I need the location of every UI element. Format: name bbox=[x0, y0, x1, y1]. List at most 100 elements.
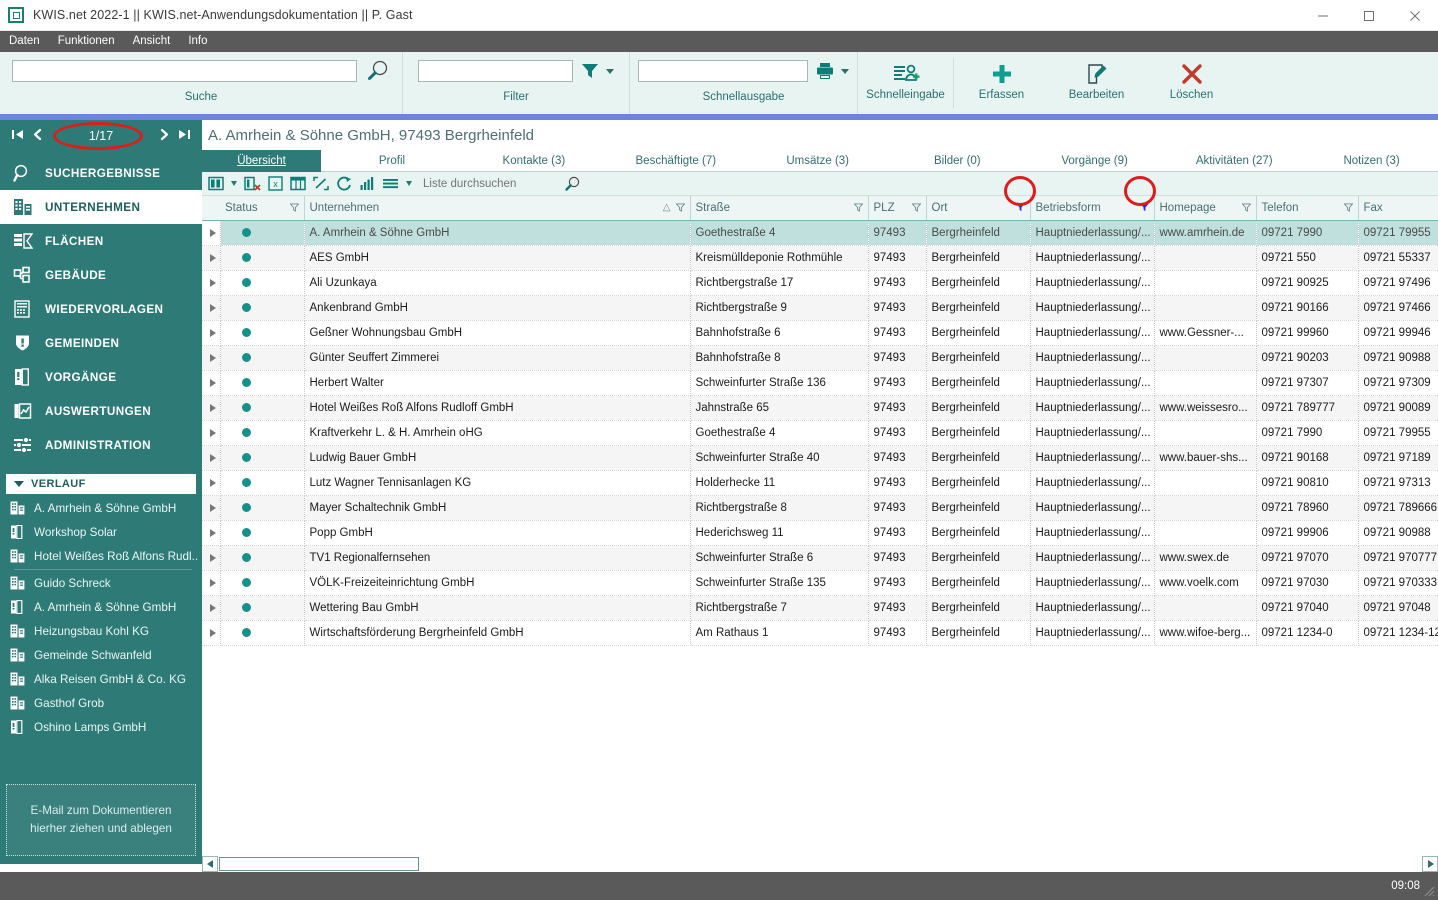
tab-profil[interactable]: Profil bbox=[321, 150, 463, 172]
table-row[interactable]: Ali Uzunkaya Richtbergstraße 17 97493 Bergr… bbox=[202, 270, 1438, 296]
row-expander[interactable] bbox=[202, 245, 221, 271]
filter-icon[interactable] bbox=[1241, 203, 1251, 213]
sidebar-item-unternehmen[interactable]: UNTERNEHMEN bbox=[0, 190, 202, 224]
history-section-header[interactable]: VERLAUF bbox=[6, 474, 196, 494]
bearbeiten-button[interactable]: Bearbeiten bbox=[1049, 52, 1144, 114]
column-header-unternehmen[interactable]: Unternehmen △ bbox=[304, 196, 691, 221]
history-item[interactable]: Oshino Lamps GmbH bbox=[0, 715, 202, 739]
print-dropdown-caret-icon[interactable] bbox=[841, 68, 849, 74]
history-item[interactable]: A. Amrhein & Söhne GmbH bbox=[0, 496, 202, 520]
row-expander[interactable] bbox=[202, 545, 221, 571]
columns-layout-icon[interactable] bbox=[208, 176, 224, 191]
remove-column-icon[interactable] bbox=[244, 176, 261, 191]
row-expander[interactable] bbox=[202, 595, 221, 621]
statistics-icon[interactable] bbox=[359, 176, 375, 191]
table-row[interactable]: Kraftverkehr L. & H. Amrhein oHG Goethest… bbox=[202, 420, 1438, 446]
filter-icon[interactable] bbox=[1343, 203, 1353, 213]
pager-prev-button[interactable] bbox=[28, 128, 48, 144]
excel-export-icon[interactable]: x bbox=[268, 176, 283, 191]
maximize-icon[interactable] bbox=[1346, 0, 1392, 31]
menu-list-icon[interactable] bbox=[382, 176, 399, 191]
expand-all-icon[interactable] bbox=[313, 176, 329, 191]
scroll-left-arrow-icon[interactable] bbox=[202, 856, 218, 872]
history-item[interactable]: Gemeinde Schwanfeld bbox=[0, 643, 202, 667]
loeschen-button[interactable]: Löschen bbox=[1144, 52, 1239, 114]
row-expander[interactable] bbox=[202, 395, 221, 421]
column-header-fax[interactable]: Fax bbox=[1358, 196, 1438, 221]
column-header-status[interactable]: Status bbox=[220, 196, 305, 221]
tab-vorgaenge[interactable]: Vorgänge (9) bbox=[1026, 150, 1163, 172]
row-expander[interactable] bbox=[202, 420, 221, 446]
filter-icon[interactable] bbox=[853, 203, 863, 213]
quick-output-input[interactable] bbox=[638, 60, 808, 82]
menu-item-info[interactable]: Info bbox=[179, 31, 216, 52]
table-row[interactable]: Mayer Schaltechnik GmbH Richtbergstraße 8… bbox=[202, 495, 1438, 521]
tab-bilder[interactable]: Bilder (0) bbox=[889, 150, 1026, 172]
sidebar-item-auswertungen[interactable]: AUSWERTUNGEN bbox=[0, 394, 202, 428]
column-header-ort[interactable]: Ort bbox=[926, 196, 1031, 221]
horizontal-scrollbar[interactable] bbox=[202, 856, 1438, 872]
scrollbar-track[interactable] bbox=[419, 856, 1422, 872]
table-row[interactable]: Hotel Weißes Roß Alfons Rudloff GmbH Jahn… bbox=[202, 395, 1438, 421]
close-icon[interactable] bbox=[1392, 0, 1438, 31]
history-item[interactable]: Guido Schreck bbox=[0, 571, 202, 595]
printer-icon[interactable] bbox=[815, 61, 835, 81]
filter-dropdown-caret-icon[interactable] bbox=[606, 68, 614, 74]
row-expander[interactable] bbox=[202, 620, 221, 646]
scroll-right-arrow-icon[interactable] bbox=[1422, 856, 1438, 872]
schnelleingabe-button[interactable]: Schnelleingabe bbox=[858, 52, 953, 114]
table-row[interactable]: Geßner Wohnungsbau GmbH Bahnhofstraße 6 97… bbox=[202, 320, 1438, 346]
tab-uebersicht[interactable]: Übersicht bbox=[202, 150, 322, 172]
table-row[interactable]: VÖLK-Freizeiteinrichtung GmbH Schweinfurt… bbox=[202, 570, 1438, 596]
table-row[interactable]: Lutz Wagner Tennisanlagen KG Holderhecke … bbox=[202, 470, 1438, 496]
table-row[interactable]: AES GmbH Kreismülldeponie Rothmühle 97493 B… bbox=[202, 245, 1438, 271]
table-row[interactable]: Günter Seuffert Zimmerei Bahnhofstraße 89… bbox=[202, 345, 1438, 371]
row-expander[interactable] bbox=[202, 320, 221, 346]
table-grid-icon[interactable] bbox=[290, 176, 306, 191]
table-row[interactable]: Ankenbrand GmbH Richtbergstraße 9 97493 Ber… bbox=[202, 295, 1438, 321]
pager-next-button[interactable] bbox=[154, 128, 174, 144]
sidebar-item-administration[interactable]: ADMINISTRATION bbox=[0, 428, 202, 462]
history-item[interactable]: A. Amrhein & Söhne GmbH bbox=[0, 595, 202, 619]
search-icon[interactable] bbox=[364, 59, 390, 83]
filter-icon-active[interactable] bbox=[1015, 203, 1025, 212]
sidebar-item-suchergebnisse[interactable]: SUCHERGEBNISSE bbox=[0, 156, 202, 190]
email-dropzone[interactable]: E-Mail zum Dokumentieren hierher ziehen … bbox=[6, 784, 196, 856]
filter-input[interactable] bbox=[418, 60, 573, 82]
row-expander[interactable] bbox=[202, 445, 221, 471]
filter-icon[interactable] bbox=[289, 203, 299, 213]
table-row[interactable]: TV1 Regionalfernsehen Schweinfurter Straß… bbox=[202, 545, 1438, 571]
refresh-icon[interactable] bbox=[336, 176, 352, 191]
row-expander[interactable] bbox=[202, 370, 221, 396]
menu-item-daten[interactable]: Daten bbox=[0, 31, 49, 52]
table-row[interactable]: A. Amrhein & Söhne GmbH Goethestraße 4 974… bbox=[202, 220, 1438, 246]
tab-aktivitaeten[interactable]: Aktivitäten (27) bbox=[1163, 150, 1305, 172]
menu-item-ansicht[interactable]: Ansicht bbox=[124, 31, 180, 52]
tab-notizen[interactable]: Notizen (3) bbox=[1305, 150, 1438, 172]
history-item[interactable]: Hotel Weißes Roß Alfons Rudl.. bbox=[0, 544, 202, 568]
history-item[interactable]: Gasthof Grob bbox=[0, 691, 202, 715]
history-item[interactable]: Heizungsbau Kohl KG bbox=[0, 619, 202, 643]
list-search-input[interactable] bbox=[423, 177, 573, 190]
table-row[interactable]: Ludwig Bauer GmbH Schweinfurter Straße 40… bbox=[202, 445, 1438, 471]
row-expander[interactable] bbox=[202, 495, 221, 521]
column-header-strasse[interactable]: Straße bbox=[690, 196, 869, 221]
tab-umsaetze[interactable]: Umsätze (3) bbox=[747, 150, 889, 172]
search-icon[interactable] bbox=[563, 176, 581, 192]
filter-icon-active[interactable] bbox=[1139, 203, 1149, 212]
column-header-homepage[interactable]: Homepage bbox=[1154, 196, 1257, 221]
tab-kontakte[interactable]: Kontakte (3) bbox=[463, 150, 605, 172]
columns-layout-caret-icon[interactable] bbox=[231, 181, 237, 186]
menu-item-funktionen[interactable]: Funktionen bbox=[49, 31, 124, 52]
column-header-betriebsform[interactable]: Betriebsform bbox=[1030, 196, 1155, 221]
row-expander[interactable] bbox=[202, 570, 221, 596]
scrollbar-thumb[interactable] bbox=[219, 857, 419, 871]
row-expander[interactable] bbox=[202, 220, 221, 246]
filter-icon[interactable] bbox=[911, 203, 921, 213]
table-row[interactable]: Wettering Bau GmbH Richtbergstraße 7 97493… bbox=[202, 595, 1438, 621]
row-expander[interactable] bbox=[202, 470, 221, 496]
search-input[interactable] bbox=[12, 60, 357, 82]
history-item[interactable]: Workshop Solar bbox=[0, 520, 202, 544]
erfassen-button[interactable]: Erfassen bbox=[954, 52, 1049, 114]
table-row[interactable]: Popp GmbH Hederichsweg 11 97493 Bergrheinfe… bbox=[202, 520, 1438, 546]
